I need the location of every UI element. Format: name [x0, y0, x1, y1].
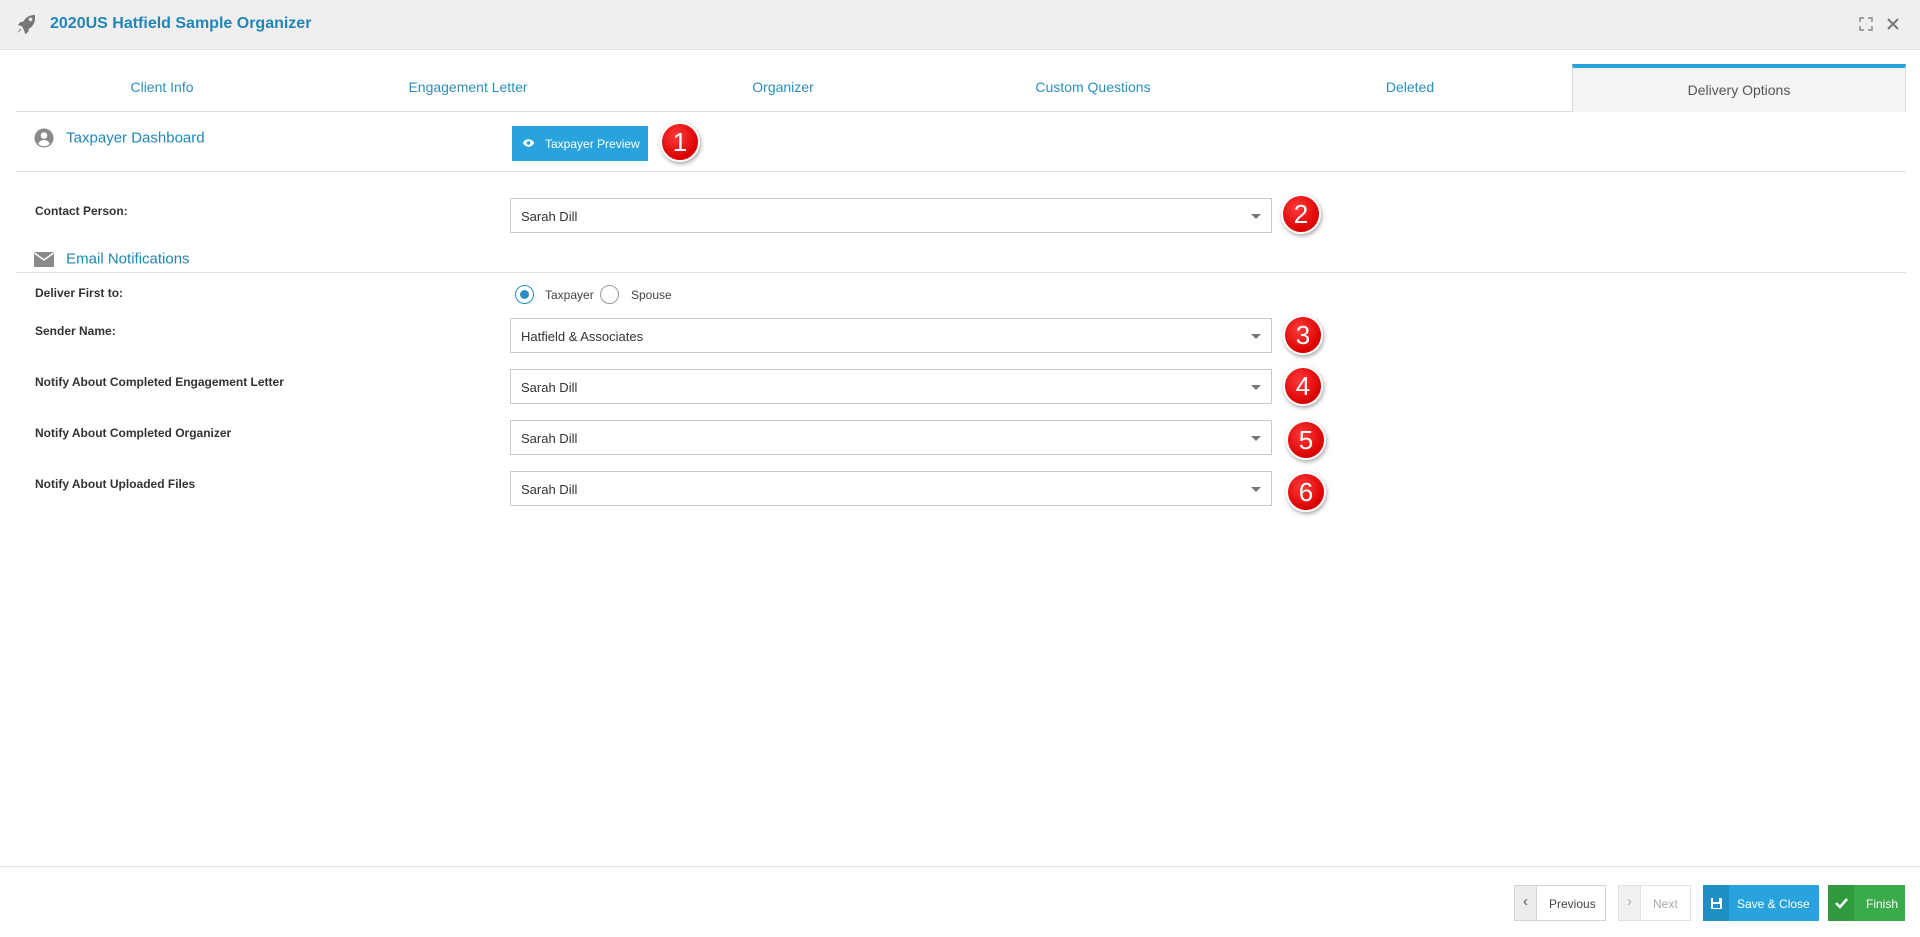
taxpayer-radio-label[interactable]: Taxpayer: [545, 288, 594, 302]
finish-button[interactable]: Finish: [1828, 885, 1905, 921]
tab-custom-questions[interactable]: Custom Questions: [938, 64, 1248, 112]
notify-organizer-select[interactable]: Sarah Dill: [510, 420, 1272, 455]
checkmark-icon: [1828, 885, 1854, 921]
chevron-down-icon: [1251, 487, 1261, 492]
deliver-first-label: Deliver First to:: [35, 286, 124, 300]
window-titlebar: 2020US Hatfield Sample Organizer: [0, 0, 1920, 50]
spouse-radio[interactable]: [600, 285, 619, 304]
taxpayer-preview-button[interactable]: Taxpayer Preview: [512, 126, 648, 161]
taxpayer-preview-label: Taxpayer Preview: [545, 137, 640, 151]
next-button[interactable]: › Next: [1618, 885, 1691, 921]
tab-client-info[interactable]: Client Info: [16, 64, 308, 112]
taxpayer-radio[interactable]: [515, 285, 534, 304]
notify-uploads-value: Sarah Dill: [521, 482, 578, 497]
email-notifications-heading: Email Notifications: [34, 250, 190, 268]
callout-marker-6: 6: [1286, 472, 1326, 512]
floppy-disk-icon: [1703, 885, 1729, 921]
tab-deleted[interactable]: Deleted: [1248, 64, 1572, 112]
footer-bar: ‹ Previous › Next Save & Close Finish: [0, 866, 1920, 937]
previous-button[interactable]: ‹ Previous: [1514, 885, 1606, 921]
tab-delivery-options[interactable]: Delivery Options: [1572, 64, 1906, 112]
save-close-label: Save & Close: [1737, 897, 1810, 911]
taxpayer-dashboard-heading: Taxpayer Dashboard: [34, 128, 205, 148]
sender-name-value: Hatfield & Associates: [521, 329, 644, 344]
window-title: 2020US Hatfield Sample Organizer: [50, 15, 312, 32]
email-notifications-title: Email Notifications: [66, 250, 190, 268]
spouse-radio-label[interactable]: Spouse: [631, 288, 672, 302]
sender-name-select[interactable]: Hatfield & Associates: [510, 318, 1272, 353]
notify-engagement-value: Sarah Dill: [521, 380, 578, 395]
expand-icon[interactable]: [1858, 16, 1874, 32]
eye-icon: [522, 139, 535, 147]
next-label: Next: [1653, 897, 1678, 911]
notify-uploads-select[interactable]: Sarah Dill: [510, 471, 1272, 506]
chevron-left-icon: ‹: [1515, 886, 1537, 920]
envelope-icon: [34, 251, 54, 267]
notify-uploads-label: Notify About Uploaded Files: [35, 477, 196, 491]
callout-marker-3: 3: [1283, 315, 1323, 355]
notify-organizer-value: Sarah Dill: [521, 431, 578, 446]
chevron-down-icon: [1251, 334, 1261, 339]
previous-label: Previous: [1549, 897, 1596, 911]
chevron-down-icon: [1251, 385, 1261, 390]
callout-marker-4: 4: [1283, 366, 1323, 406]
tab-organizer[interactable]: Organizer: [628, 64, 938, 112]
contact-person-value: Sarah Dill: [521, 209, 578, 224]
tab-bar: Client Info Engagement Letter Organizer …: [16, 64, 1906, 112]
chevron-down-icon: [1251, 436, 1261, 441]
chevron-right-icon: ›: [1619, 886, 1641, 920]
notify-organizer-label: Notify About Completed Organizer: [35, 426, 232, 440]
sender-name-label: Sender Name:: [35, 324, 116, 338]
callout-marker-2: 2: [1281, 194, 1321, 234]
save-close-button[interactable]: Save & Close: [1703, 885, 1819, 921]
notify-engagement-select[interactable]: Sarah Dill: [510, 369, 1272, 404]
finish-label: Finish: [1866, 897, 1899, 911]
contact-person-select[interactable]: Sarah Dill: [510, 198, 1272, 233]
callout-marker-1: 1: [660, 122, 700, 162]
section-divider: [16, 171, 1906, 172]
tab-engagement-letter[interactable]: Engagement Letter: [308, 64, 628, 112]
chevron-down-icon: [1251, 214, 1261, 219]
callout-marker-5: 5: [1286, 420, 1326, 460]
close-icon[interactable]: [1885, 16, 1901, 32]
notify-engagement-label: Notify About Completed Engagement Letter: [35, 375, 284, 389]
user-circle-icon: [34, 128, 54, 148]
taxpayer-dashboard-title: Taxpayer Dashboard: [66, 129, 205, 147]
section-divider: [16, 272, 1906, 273]
rocket-icon: [17, 15, 35, 35]
contact-person-label: Contact Person:: [35, 204, 128, 218]
